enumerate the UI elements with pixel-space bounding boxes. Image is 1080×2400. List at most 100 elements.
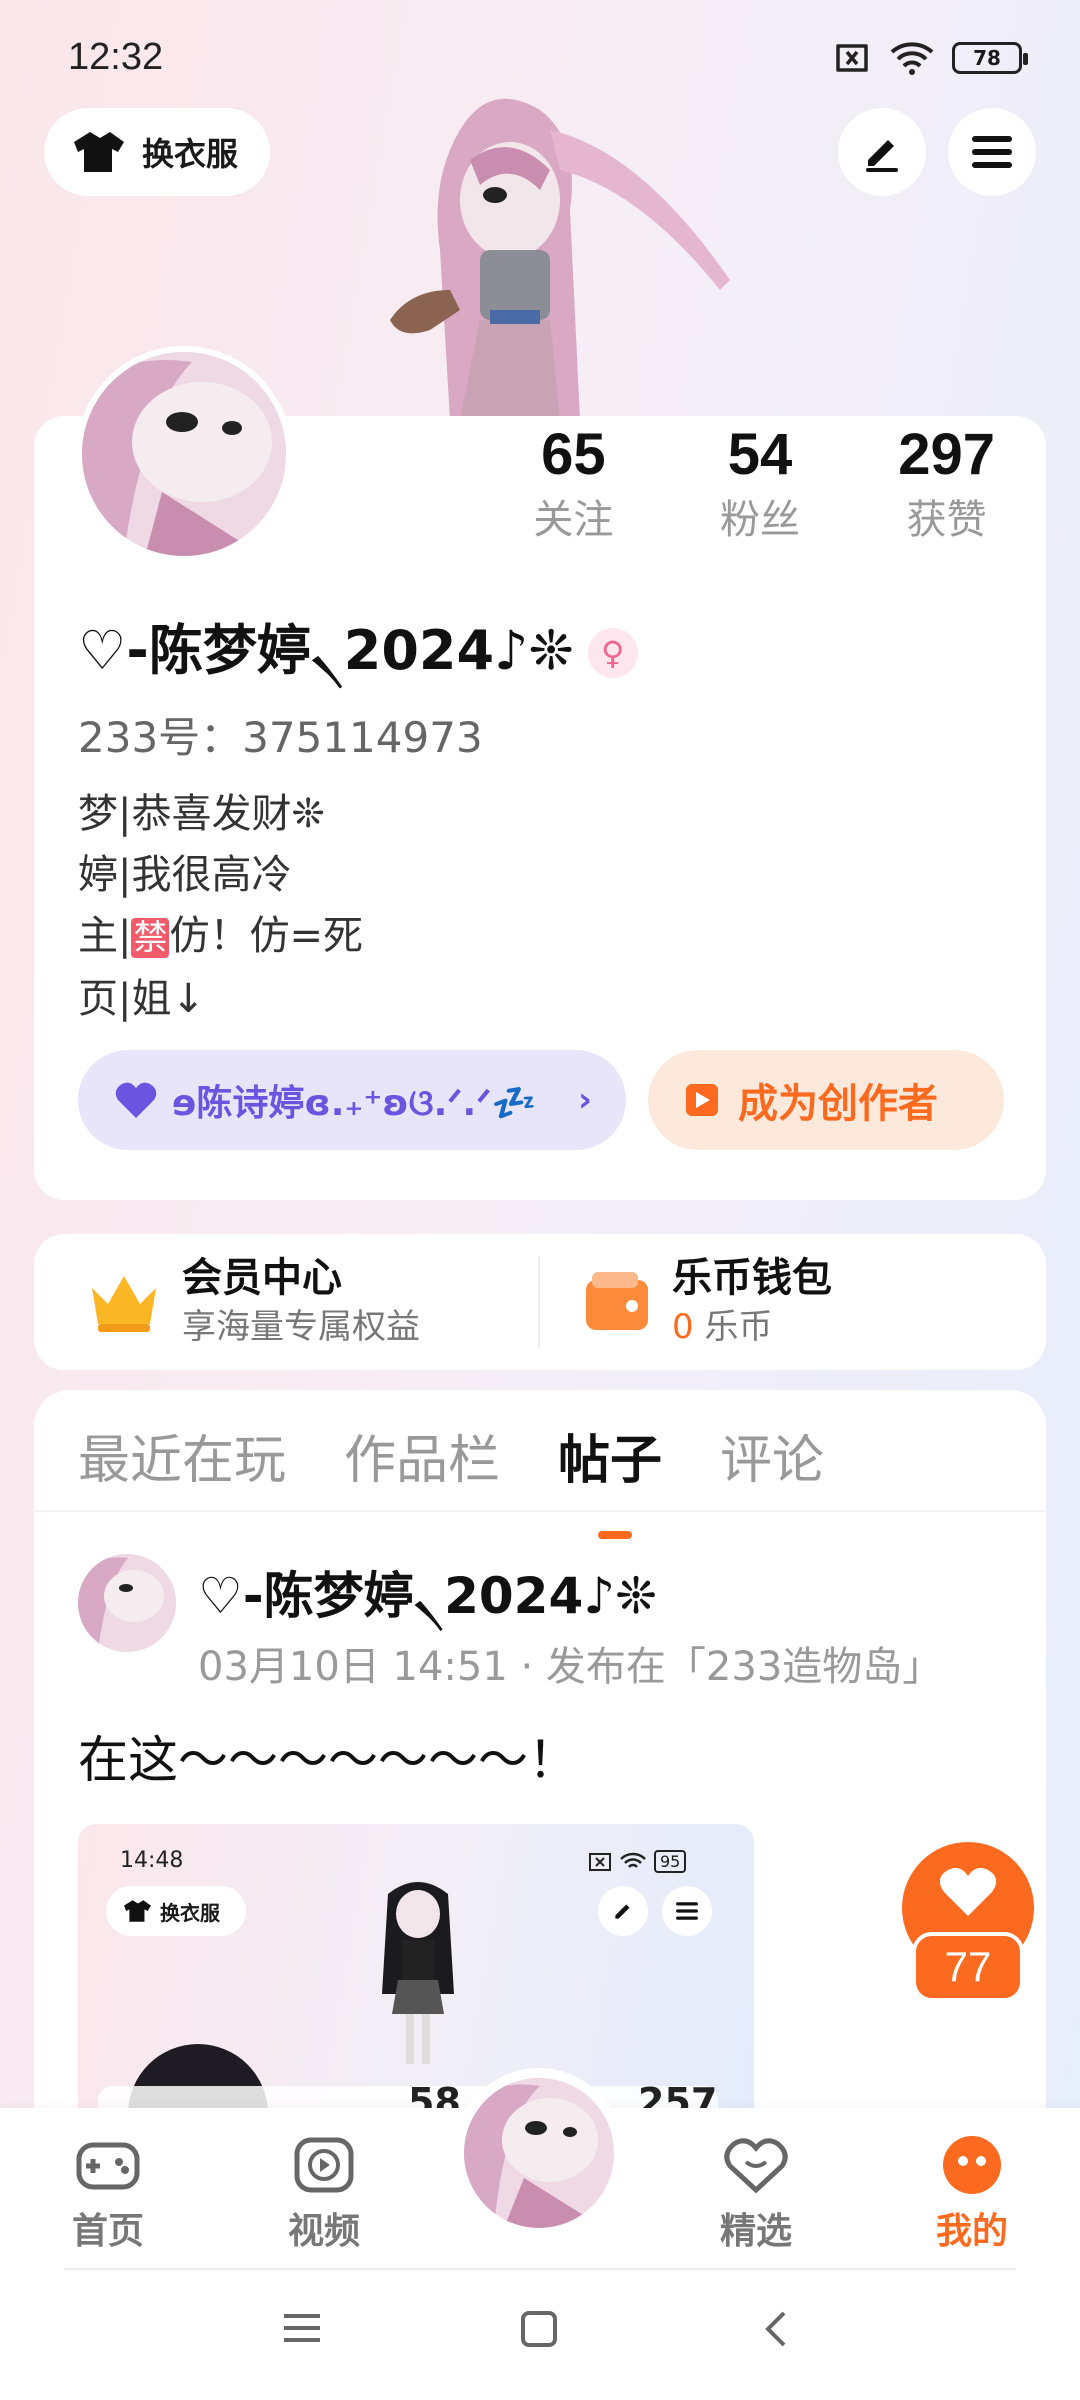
menu-button[interactable] [948,108,1036,196]
status-icons: 78 [832,40,1028,76]
coin-wallet-entry[interactable]: 乐币钱包 0 乐币 [582,1252,832,1350]
nav-avatar-center[interactable] [454,2068,624,2238]
screenshot-status-icons: 95 [588,1850,687,1873]
screenshot-outfit-label: 换衣服 [160,1900,220,1925]
ban-badge: 禁 [131,918,170,958]
heart-chat-icon [724,2138,788,2194]
stat-followers[interactable]: 54 粉丝 [667,420,854,550]
like-count: 77 [912,1932,1024,2002]
stat-value: 65 [541,422,606,487]
nav-video[interactable]: 视频 [264,2132,384,2254]
stat-label: 获赞 [906,497,987,543]
heart-icon [115,1082,157,1118]
post-author-name[interactable]: ♡-陈梦婷৲2024♪❊ [198,1556,657,1642]
tab-comments[interactable]: 评论 [720,1418,824,1493]
member-center-subtitle: 享海量专属权益 [182,1307,420,1347]
heart-icon [939,1868,997,1916]
family-label: ɘ陈诗婷ɞ.₊⁺ʚଓ.ᐟ.ᐟ💤 [172,1083,537,1124]
stat-value: 54 [727,422,793,487]
bio-line: 页|姐↓ [78,976,205,1022]
edit-profile-button[interactable] [838,108,926,196]
tab-recently-played[interactable]: 最近在玩 [78,1418,286,1493]
post-image[interactable]: 14:48 95 换衣服 58 257 [78,1824,754,2124]
no-sim-icon [589,1852,611,1871]
post-author-avatar[interactable] [78,1554,176,1652]
nav-label: 首页 [71,2211,144,2252]
female-gender-icon: ♀ [587,627,638,678]
chevron-right-icon: › [577,1080,592,1120]
pencil-icon [866,140,898,172]
become-creator-label: 成为创作者 [738,1081,938,1127]
profile-bio: 梦|恭喜发财❊ 婷|我很高冷 主|禁仿！仿=死 页|姐↓ [78,784,363,1030]
profile-uid[interactable]: 233号：375114973 [78,704,483,765]
battery-indicator: 78 [952,42,1028,74]
wifi-icon [620,1852,646,1868]
tab-works[interactable]: 作品栏 [344,1418,500,1493]
avatar-image [464,2078,614,2228]
divider [34,1510,1046,1512]
shirt-icon [74,132,124,172]
posts-section: 最近在玩 作品栏 帖子 评论 ♡-陈梦婷৲2024♪❊ 03月10日 14:51… [34,1390,1046,2124]
face-icon [943,2136,1001,2194]
stat-value: 297 [898,422,996,487]
post-text: 在这～～～～～～～！ [78,1731,578,1789]
profile-name: ♡-陈梦婷৲2024♪❊ ♀ [78,606,638,699]
nav-home[interactable]: 首页 [48,2132,168,2254]
profile-avatar[interactable] [76,346,292,562]
stat-label: 粉丝 [720,497,800,543]
play-icon [294,2137,354,2193]
back-icon[interactable] [762,2310,788,2348]
coin-wallet-title: 乐币钱包 [672,1255,832,1301]
recent-apps-icon[interactable] [282,2310,322,2346]
member-center-entry[interactable]: 会员中心 享海量专属权益 [86,1252,420,1350]
bio-line: 梦|恭喜发财❊ [78,791,325,837]
creator-icon [686,1084,718,1116]
system-nav-bar [0,2270,1080,2400]
wifi-icon [890,42,934,75]
hamburger-icon [676,1902,698,1920]
screenshot-outfit-button: 换衣服 [106,1886,246,1936]
become-creator-button[interactable]: 成为创作者 [648,1050,1004,1150]
shirt-icon [124,1900,151,1922]
nav-avatar [464,2078,614,2228]
avatar-character-figure[interactable] [340,90,740,420]
nav-label: 精选 [719,2211,792,2252]
coin-amount: 0 [672,1307,694,1347]
home-icon[interactable] [520,2310,558,2348]
gamepad-icon [76,2142,140,2190]
change-outfit-button[interactable]: 换衣服 [44,108,270,196]
crown-icon [92,1276,156,1332]
tab-posts[interactable]: 帖子 [558,1418,662,1539]
profile-tabs: 最近在玩 作品栏 帖子 评论 [78,1418,824,1539]
post-meta: 03月10日 14:51 · 发布在「233造物岛」 [198,1644,943,1690]
profile-stats: 65 关注 54 粉丝 297 获赞 [480,420,1040,550]
screenshot-edit-button [598,1886,648,1936]
nav-me[interactable]: 我的 [912,2132,1032,2254]
member-wallet-card: 会员中心 享海量专属权益 乐币钱包 0 乐币 [34,1234,1046,1370]
member-center-title: 会员中心 [182,1255,342,1301]
family-button[interactable]: ɘ陈诗婷ɞ.₊⁺ʚଓ.ᐟ.ᐟ💤 › [78,1050,626,1150]
stat-label: 关注 [533,497,614,543]
stat-following[interactable]: 65 关注 [480,420,667,550]
bio-line: 婷|我很高冷 [78,852,292,898]
screenshot-menu-button [662,1886,712,1936]
nav-featured[interactable]: 精选 [696,2132,816,2254]
wallet-icon [586,1272,648,1330]
divider [538,1256,540,1348]
screenshot-character [382,1882,454,2064]
stat-likes[interactable]: 297 获赞 [853,420,1040,550]
hamburger-icon [972,136,1012,168]
screenshot-time: 14:48 [120,1848,184,1873]
nav-label: 我的 [935,2211,1008,2252]
screenshot-battery: 95 [654,1850,687,1873]
pencil-icon [615,1904,630,1919]
no-sim-icon [836,44,868,72]
status-time: 12:32 [68,36,164,78]
change-outfit-label: 换衣服 [142,135,239,173]
nav-label: 视频 [287,2211,360,2252]
coin-unit: 乐币 [704,1307,773,1347]
bio-line: 主|禁仿！仿=死 [78,913,363,959]
coin-balance: 0 乐币 [672,1304,832,1350]
bottom-nav: 首页 视频 精选 我的 [0,2068,1080,2270]
avatar-image [78,1554,176,1652]
